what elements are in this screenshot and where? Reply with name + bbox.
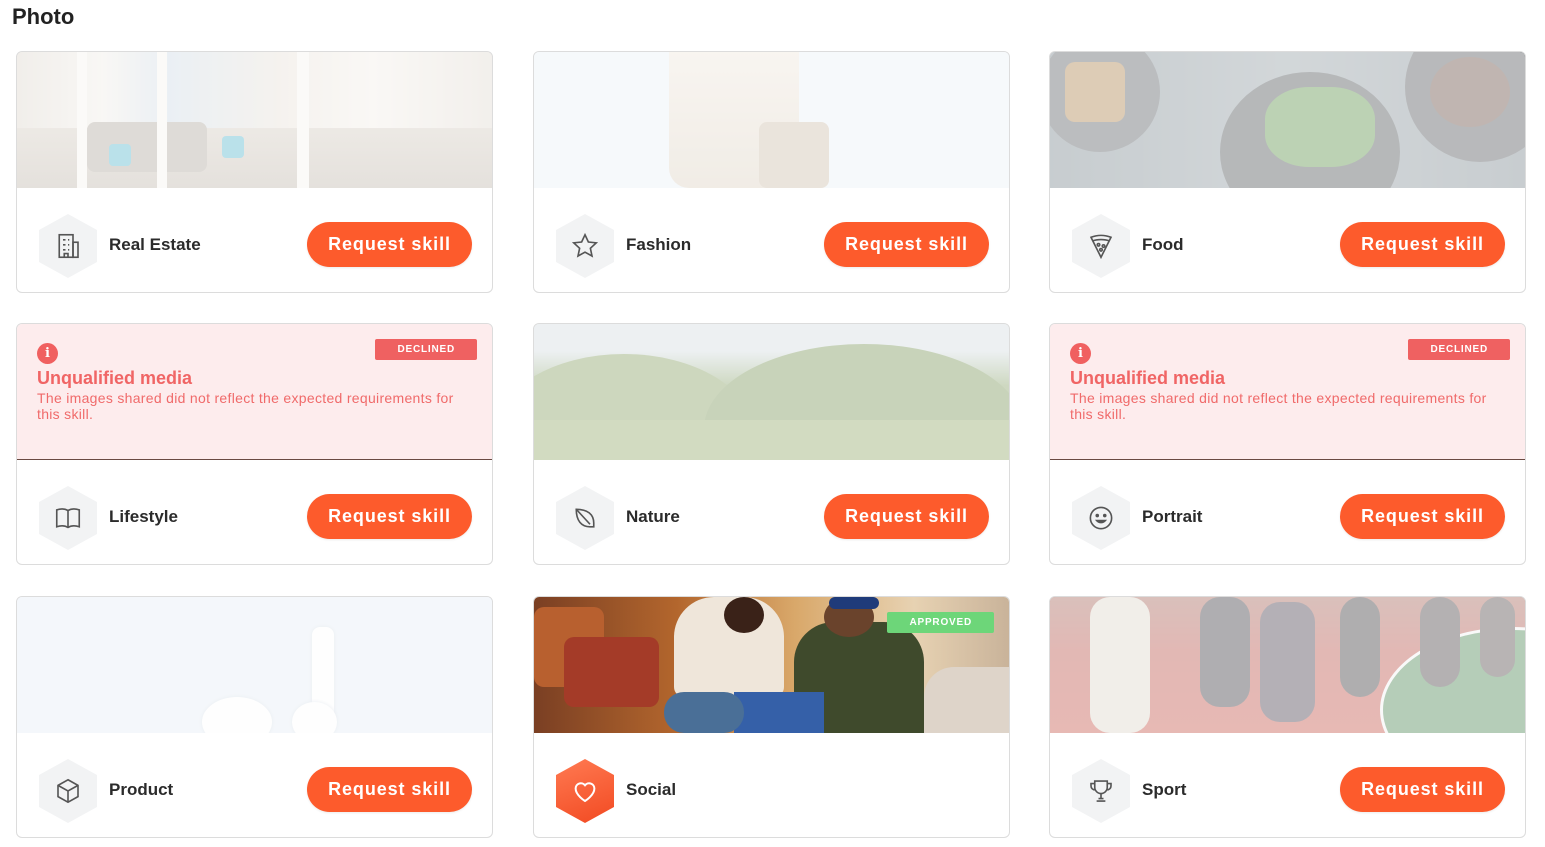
skill-card-real-estate: Real Estate Request skill <box>16 51 493 293</box>
status-badge: APPROVED <box>887 612 994 633</box>
skill-name: Sport <box>1142 780 1187 799</box>
food-image <box>1050 52 1525 188</box>
skill-name: Portrait <box>1142 507 1203 526</box>
book-icon <box>39 486 97 550</box>
skill-name: Nature <box>626 507 680 526</box>
box-icon <box>39 759 97 823</box>
skill-card-food: Food Request skill <box>1049 51 1526 293</box>
leaf-icon <box>556 486 614 550</box>
skill-name: Product <box>109 780 174 799</box>
fashion-image <box>534 52 1009 188</box>
skill-card-fashion: Fashion Request skill <box>533 51 1010 293</box>
card-footer: Lifestyle Request skill <box>17 460 492 564</box>
message-title: Unqualified media <box>1070 368 1226 388</box>
card-footer: Sport Request skill <box>1050 733 1525 837</box>
nature-image <box>534 324 1009 460</box>
request-skill-button[interactable]: Request skill <box>824 222 989 267</box>
skill-card-nature: Nature Request skill <box>533 323 1010 565</box>
info-icon: i <box>1070 343 1091 364</box>
info-icon: i <box>37 343 58 364</box>
status-badge: DECLINED <box>1408 339 1510 360</box>
skill-card-product: Product Request skill <box>16 596 493 838</box>
skill-card-lifestyle: i Unqualified media The images shared di… <box>16 323 493 565</box>
lifestyle-status-panel: i Unqualified media The images shared di… <box>17 324 492 460</box>
skill-name: Lifestyle <box>109 507 178 526</box>
skill-name: Food <box>1142 235 1184 254</box>
heart-icon <box>556 759 614 823</box>
request-skill-button[interactable]: Request skill <box>307 494 472 539</box>
request-skill-button[interactable]: Request skill <box>1340 494 1505 539</box>
skill-name: Social <box>626 780 677 799</box>
product-image <box>17 597 492 733</box>
skill-card-social: APPROVED Social <box>533 596 1010 838</box>
status-badge: DECLINED <box>375 339 477 360</box>
skill-card-sport: Sport Request skill <box>1049 596 1526 838</box>
trophy-icon <box>1072 759 1130 823</box>
message-title: Unqualified media <box>37 368 193 388</box>
star-icon <box>556 214 614 278</box>
smile-icon <box>1072 486 1130 550</box>
pizza-slice-icon <box>1072 214 1130 278</box>
building-icon <box>39 214 97 278</box>
card-footer: Product Request skill <box>17 733 492 837</box>
request-skill-button[interactable]: Request skill <box>1340 222 1505 267</box>
message-text: The images shared did not reflect the ex… <box>1070 390 1487 422</box>
skill-card-portrait: i Unqualified media The images shared di… <box>1049 323 1526 565</box>
card-footer: Fashion Request skill <box>534 188 1009 292</box>
message-text: The images shared did not reflect the ex… <box>37 390 454 422</box>
section-title: Photo <box>12 4 75 29</box>
skill-name: Real Estate <box>109 235 201 254</box>
request-skill-button[interactable]: Request skill <box>307 222 472 267</box>
card-footer: Portrait Request skill <box>1050 460 1525 564</box>
card-footer: Real Estate Request skill <box>17 188 492 292</box>
request-skill-button[interactable]: Request skill <box>824 494 989 539</box>
sport-image <box>1050 597 1525 733</box>
card-footer: Nature Request skill <box>534 460 1009 564</box>
request-skill-button[interactable]: Request skill <box>307 767 472 812</box>
portrait-status-panel: i Unqualified media The images shared di… <box>1050 324 1525 460</box>
skill-name: Fashion <box>626 235 692 254</box>
request-skill-button[interactable]: Request skill <box>1340 767 1505 812</box>
real-estate-image <box>17 52 492 188</box>
card-footer: Food Request skill <box>1050 188 1525 292</box>
card-footer: Social <box>534 733 1009 837</box>
